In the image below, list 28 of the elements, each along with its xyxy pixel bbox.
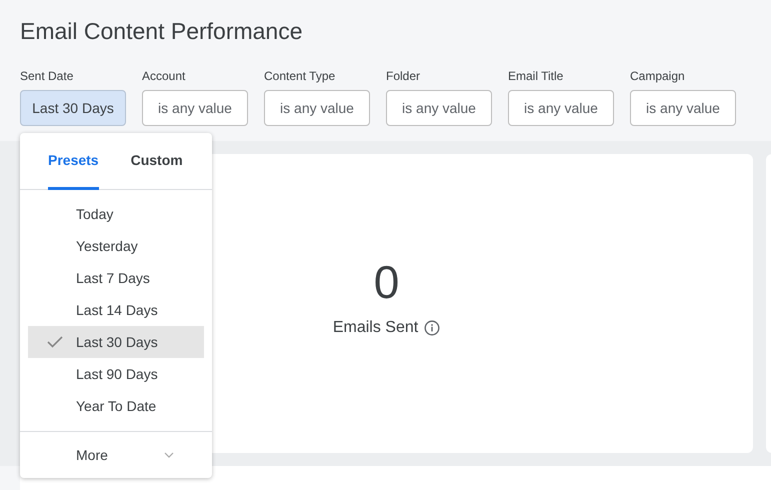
- filter-label: Folder: [386, 69, 422, 83]
- metric-value: 0: [374, 256, 400, 308]
- filter-button[interactable]: is any value: [630, 90, 736, 126]
- info-icon[interactable]: [424, 320, 440, 336]
- filter-button[interactable]: is any value: [386, 90, 492, 126]
- filter-label: Sent Date: [20, 69, 74, 83]
- filter-button[interactable]: Last 30 Days: [20, 90, 126, 126]
- preset-option[interactable]: Last 7 Days: [28, 262, 204, 294]
- dropdown-tab[interactable]: Custom: [130, 133, 183, 190]
- metric-label: Emails Sent: [332, 318, 418, 338]
- filter-label: Account: [142, 69, 186, 83]
- preset-option[interactable]: Year To Date: [28, 390, 204, 422]
- dropdown-tab[interactable]: Presets: [48, 133, 99, 190]
- filter-button[interactable]: is any value: [264, 90, 370, 126]
- filter-label: Campaign: [630, 69, 686, 83]
- filter-button[interactable]: is any value: [142, 90, 248, 126]
- filter-label: Content Type: [264, 69, 336, 83]
- preset-option[interactable]: Last 30 Days: [28, 326, 204, 358]
- preset-option[interactable]: Last 90 Days: [28, 358, 204, 390]
- preset-option[interactable]: Today: [28, 198, 204, 230]
- filter-label: Email Title: [508, 69, 564, 83]
- filter-button[interactable]: is any value: [508, 90, 614, 126]
- checkmark-icon: [47, 336, 63, 348]
- more-option[interactable]: More: [28, 440, 204, 470]
- preset-option[interactable]: Yesterday: [28, 230, 204, 262]
- preset-option[interactable]: Last 14 Days: [28, 294, 204, 326]
- chevron-down-icon: [164, 452, 174, 458]
- page-title: Email Content Performance: [20, 17, 304, 45]
